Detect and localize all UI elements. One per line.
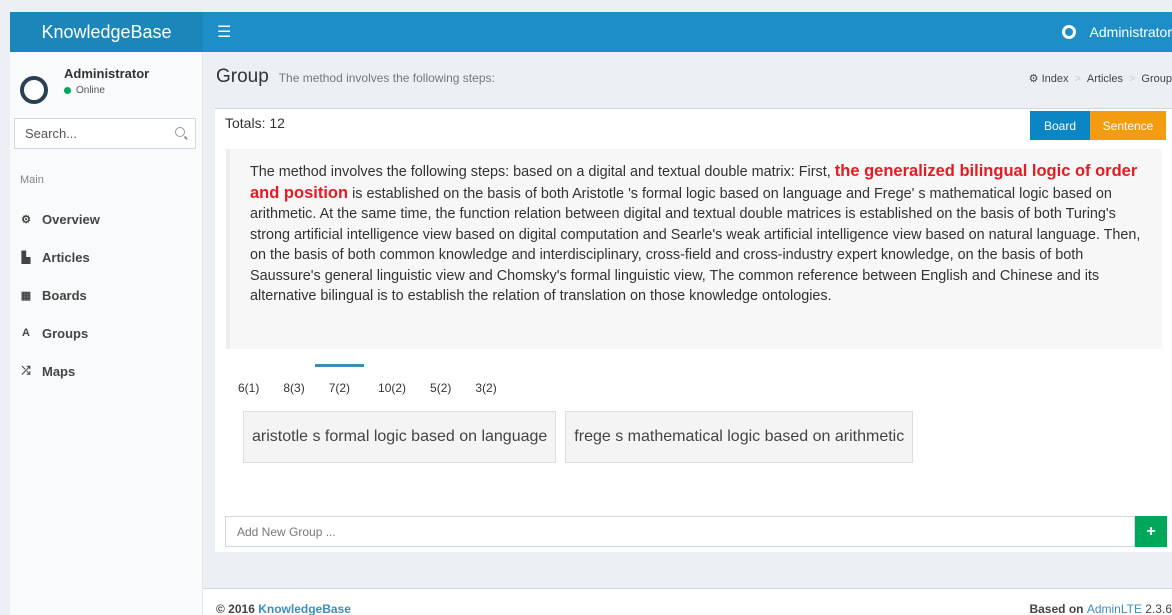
tab-5-2[interactable]: 5(2) (430, 377, 451, 399)
user-menu-name: Administrator (1089, 24, 1172, 40)
add-group-input[interactable] (225, 516, 1135, 547)
breadcrumb-group: Group (1141, 73, 1172, 85)
quote-text-after: is established on the basis of both Aris… (250, 185, 1141, 305)
user-panel: Administrator Online (10, 52, 202, 108)
avatar (20, 76, 48, 104)
sidebar-search (14, 118, 196, 149)
top-navbar: KnowledgeBase ☰ Administrator (10, 12, 1172, 52)
breadcrumb-articles[interactable]: Articles (1087, 73, 1123, 85)
tab-7-2[interactable]: 7(2) (314, 364, 365, 399)
online-dot-icon (64, 87, 71, 94)
sidebar-item-label: Maps (42, 363, 76, 379)
dashboard-icon: ⚙ (1028, 73, 1039, 85)
quote-text-before: The method involves the following steps:… (250, 164, 835, 180)
article-blockquote: The method involves the following steps:… (226, 149, 1162, 349)
sidebar-item-articles[interactable]: ▙ Articles (10, 238, 202, 276)
breadcrumb: ⚙ Index > Articles > Group (1028, 73, 1172, 85)
file-icon: ▙ (21, 251, 31, 264)
tab-10-2[interactable]: 10(2) (378, 377, 406, 399)
tab-3-2[interactable]: 3(2) (475, 377, 496, 399)
tab-8-3[interactable]: 8(3) (283, 377, 304, 399)
group-tabs: 6(1) 8(3) 7(2) 10(2) 5(2) 3(2) (238, 364, 521, 399)
content-header: Group The method involves the following … (216, 66, 1172, 96)
footer-copyright: © 2016 KnowledgeBase (216, 602, 351, 615)
adminlte-link[interactable]: AdminLTE (1087, 602, 1142, 615)
board-button[interactable]: Board (1030, 111, 1090, 140)
group-chip[interactable]: frege s mathematical logic based on arit… (565, 411, 914, 463)
sidebar-item-label: Boards (42, 287, 87, 303)
version-text: 2.3.6 (1141, 602, 1172, 615)
breadcrumb-index[interactable]: Index (1042, 73, 1069, 85)
user-circle-icon (1061, 25, 1076, 39)
sidebar-item-label: Overview (42, 211, 100, 227)
page-subtitle: The method involves the following steps: (278, 71, 495, 85)
add-group-button[interactable]: + (1135, 516, 1167, 547)
random-icon: ⤮ (21, 364, 31, 377)
page-title: Group (216, 66, 269, 87)
user-menu[interactable]: Administrator (1061, 12, 1172, 52)
totals-count: Totals: 12 (225, 115, 285, 131)
dashboard-icon: ⚙ (21, 213, 31, 226)
copyright-text: © 2016 (216, 602, 259, 615)
footer-credit: Based on AdminLTE 2.3.6 (1029, 602, 1172, 615)
add-group-row: + (225, 516, 1167, 547)
sentence-button[interactable]: Sentence (1090, 111, 1166, 140)
font-icon: A (22, 327, 30, 339)
sidebar-item-maps[interactable]: ⤮ Maps (10, 352, 202, 390)
search-icon[interactable] (175, 127, 185, 137)
sidebar-item-label: Groups (42, 325, 89, 341)
group-chip[interactable]: aristotle s formal logic based on langua… (243, 411, 557, 463)
sidebar: Administrator Online Main ⚙ Overview ▙ Art… (10, 52, 203, 615)
group-chips: aristotle s formal logic based on langua… (243, 411, 922, 463)
group-box: Totals: 12 Board Sentence The method inv… (215, 108, 1172, 552)
sidebar-section-label: Main (20, 174, 44, 186)
footer: © 2016 KnowledgeBase Based on AdminLTE 2… (203, 588, 1172, 615)
table-icon: ▦ (20, 289, 32, 302)
hamburger-icon[interactable]: ☰ (217, 22, 231, 42)
sidebar-item-label: Articles (42, 249, 90, 265)
logo[interactable]: KnowledgeBase (10, 12, 203, 52)
sidebar-user-name: Administrator (64, 66, 150, 81)
search-input[interactable] (15, 119, 165, 148)
footer-brand-link[interactable]: KnowledgeBase (258, 602, 351, 615)
user-status: Online (64, 85, 149, 96)
sidebar-item-boards[interactable]: ▦ Boards (10, 276, 202, 314)
based-on-text: Based on (1029, 602, 1087, 615)
sidebar-menu: ⚙ Overview ▙ Articles ▦ Boards A Groups ⤮ Map… (10, 200, 202, 390)
status-text: Online (76, 85, 105, 96)
sidebar-item-groups[interactable]: A Groups (10, 314, 202, 352)
sidebar-item-overview[interactable]: ⚙ Overview (10, 200, 202, 238)
tab-6-1[interactable]: 6(1) (238, 377, 259, 399)
